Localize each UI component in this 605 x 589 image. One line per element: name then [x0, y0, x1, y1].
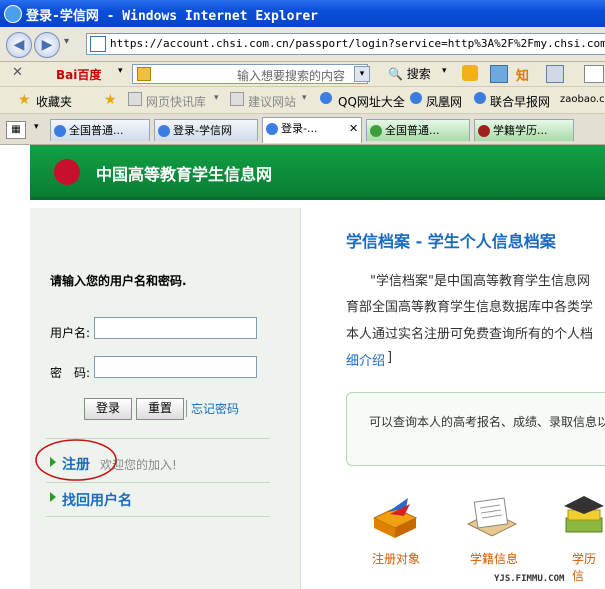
search-engine-icon — [137, 67, 151, 81]
login-button[interactable]: 登录 — [84, 398, 132, 420]
tab-label: 登录-... — [281, 122, 318, 135]
chsi-logo-icon — [54, 159, 80, 185]
history-dropdown-icon[interactable]: ▾ — [64, 36, 69, 47]
annotation-circle — [35, 439, 117, 481]
forward-button[interactable]: ▶ — [34, 32, 60, 58]
toolbar-tool-icon[interactable] — [462, 65, 478, 81]
intro-line-3: 本人通过实名注册可免费查询所有的个人档 — [346, 327, 594, 342]
fav-page-icon — [128, 92, 142, 106]
back-arrow-icon: ◀ — [13, 37, 25, 53]
toolbar-search-input[interactable]: 输入想要搜索的内容 — [132, 64, 368, 84]
tab-label: 登录-学信网 — [173, 124, 232, 137]
fav-page-icon — [230, 92, 244, 106]
tab-label: 全国普通... — [69, 124, 124, 137]
ie-logo-icon — [4, 5, 22, 23]
search-options-icon[interactable]: ▾ — [442, 66, 447, 76]
magnifier-icon: 🔍 — [388, 67, 403, 81]
ie-page-icon — [474, 92, 486, 104]
login-prompt: 请输入您的用户名和密码. — [50, 274, 187, 288]
feature-diploma-label[interactable]: 学历信 — [572, 550, 605, 584]
info-note-text: 可以查询本人的高考报名、成绩、录取信息以 — [369, 415, 605, 429]
fav-item-zaobao[interactable]: 联合早报网 — [490, 93, 550, 110]
arrow-right-icon — [50, 492, 56, 502]
ie-page-icon — [158, 125, 170, 137]
search-dropdown-icon[interactable]: ▾ — [354, 66, 370, 82]
tab-label: 全国普通... — [385, 124, 440, 137]
zhidao-icon[interactable]: 知 — [516, 65, 529, 84]
recover-username-link[interactable]: 找回用户名 — [62, 490, 132, 510]
tab-3-active[interactable]: 登录-... ✕ — [262, 117, 362, 143]
search-button-label: 搜索 — [406, 67, 431, 81]
watermark: YJS.FIMMU.COM — [494, 574, 565, 584]
add-favorite-icon[interactable]: ★ — [104, 92, 117, 108]
search-placeholder: 输入想要搜索的内容 — [237, 69, 346, 83]
tab-2[interactable]: 登录-学信网 — [154, 119, 258, 141]
ie-page-icon — [410, 92, 422, 104]
url-input[interactable]: https://account.chsi.com.cn/passport/log… — [86, 33, 605, 55]
toolbar-image-icon[interactable] — [490, 65, 508, 83]
favorites-star-icon[interactable]: ★ — [18, 92, 31, 108]
fav-item-ifeng[interactable]: 凤凰网 — [426, 93, 462, 110]
baidu-logo: Bai百度 — [56, 68, 102, 82]
forgot-password-link[interactable]: 忘记密码 — [186, 400, 239, 417]
toolbar-grid-icon[interactable] — [546, 65, 564, 83]
search-button[interactable]: 🔍 搜索 — [388, 65, 431, 82]
back-button[interactable]: ◀ — [6, 32, 32, 58]
ie-page-icon — [320, 92, 332, 104]
fav-item-zaobao-url[interactable]: zaobao.c — [560, 94, 605, 105]
favorites-label[interactable]: 收藏夹 — [36, 93, 72, 110]
toolbar-extra-icon[interactable] — [584, 65, 604, 83]
tab-list-icon[interactable]: ▾ — [34, 122, 39, 132]
ie-page-icon — [54, 125, 66, 137]
details-link[interactable]: 细介绍 — [346, 350, 385, 369]
diploma-icon[interactable] — [560, 494, 605, 542]
tab-1[interactable]: 全国普通... — [50, 119, 150, 141]
url-text: https://account.chsi.com.cn/passport/log… — [110, 37, 605, 50]
ie-page-icon — [266, 123, 278, 135]
content-title: 学信档案 - 学生个人信息档案 — [346, 232, 556, 251]
username-input[interactable] — [94, 317, 257, 339]
tab-label: 学籍学历... — [493, 124, 548, 137]
fav-item-qq[interactable]: QQ网址大全 — [338, 93, 405, 110]
fav-dropdown-icon[interactable]: ▾ — [214, 93, 219, 103]
fav-dropdown-icon[interactable]: ▾ — [302, 93, 307, 103]
ie-page-icon — [370, 125, 382, 137]
reset-button[interactable]: 重置 — [136, 398, 184, 420]
intro-line-1: "学信档案"是中国高等教育学生信息网 — [370, 274, 590, 289]
divider — [46, 482, 270, 483]
quick-tabs-icon[interactable]: ▦ — [6, 121, 26, 139]
page-icon — [90, 36, 106, 52]
username-label: 用户名: — [50, 326, 91, 340]
close-toolbar-icon[interactable]: ✕ — [12, 65, 23, 80]
feature-student-status-label[interactable]: 学籍信息 — [470, 550, 518, 567]
site-header: 中国高等教育学生信息网 — [30, 145, 605, 200]
window-titlebar: 登录-学信网 - Windows Internet Explorer — [0, 0, 605, 27]
tab-bar: ▦ ▾ 全国普通... 登录-学信网 登录-... ✕ 全国普通... 学籍学历.… — [0, 114, 605, 145]
divider — [46, 516, 270, 517]
register-target-icon[interactable] — [368, 494, 422, 540]
window-title: 登录-学信网 - Windows Internet Explorer — [26, 9, 318, 24]
forward-arrow-icon: ▶ — [41, 37, 53, 53]
baidu-dropdown-icon[interactable]: ▾ — [118, 66, 123, 76]
password-label: 密 码: — [50, 366, 91, 380]
fav-item-suggested[interactable]: 建议网站 — [248, 93, 296, 110]
details-bracket: ] — [387, 350, 393, 365]
site-name: 中国高等教育学生信息网 — [96, 165, 273, 184]
intro-line-2: 育部全国高等教育学生信息数据库中各类学 — [346, 300, 594, 315]
favorites-bar: ★ 收藏夹 ★ 网页快讯库 ▾ 建议网站 ▾ QQ网址大全 凤凰网 联合早报网 … — [0, 87, 605, 114]
tab-4[interactable]: 全国普通... — [366, 119, 470, 141]
password-input[interactable] — [94, 356, 257, 378]
fav-item-webslice[interactable]: 网页快讯库 — [146, 93, 206, 110]
info-note-box: 可以查询本人的高考报名、成绩、录取信息以 — [346, 392, 605, 466]
search-toolbar: ✕ Bai百度 ▾ 输入想要搜索的内容 ▾ 🔍 搜索 ▾ 知 — [0, 62, 605, 87]
student-status-icon[interactable] — [462, 494, 522, 542]
tab-5[interactable]: 学籍学历... — [474, 119, 574, 141]
pen-icon — [478, 125, 490, 137]
address-bar: ◀ ▶ ▾ https://account.chsi.com.cn/passpo… — [0, 27, 605, 62]
feature-register-label[interactable]: 注册对象 — [372, 550, 420, 567]
close-tab-icon[interactable]: ✕ — [349, 118, 358, 140]
